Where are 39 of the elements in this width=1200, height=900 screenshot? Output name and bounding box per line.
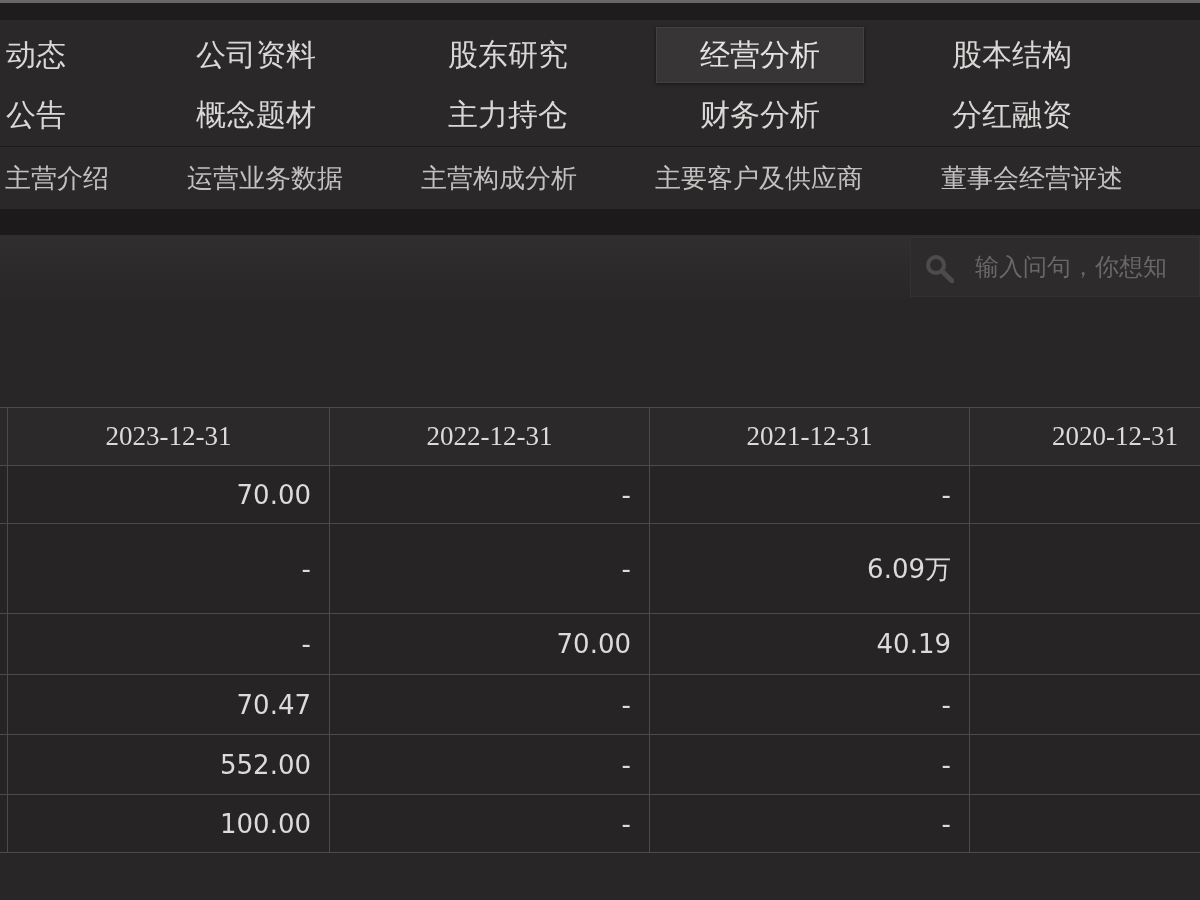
nav-tab[interactable]: 股东研究 bbox=[404, 27, 612, 83]
table-cell: - bbox=[301, 555, 311, 582]
table-cell: - bbox=[941, 691, 951, 718]
sub-tab[interactable]: 董事会经营评述 bbox=[941, 165, 1123, 191]
nav-tab[interactable]: 公司资料 bbox=[152, 27, 360, 83]
sub-tab[interactable]: 主营介绍 bbox=[5, 165, 109, 191]
nav-tab[interactable]: 概念题材 bbox=[152, 87, 360, 143]
nav-tab[interactable]: 分红融资 bbox=[908, 87, 1116, 143]
nav-tab[interactable]: 主力持仓 bbox=[404, 87, 612, 143]
table-cell: - bbox=[301, 631, 311, 657]
table-cell: - bbox=[941, 751, 951, 778]
table-cell: - bbox=[941, 481, 951, 508]
nav-tab[interactable]: 财务分析 bbox=[656, 87, 864, 143]
search-icon bbox=[924, 253, 954, 283]
table-cell: - bbox=[621, 751, 631, 778]
table-cell: - bbox=[621, 481, 631, 508]
column-header: 2020-12-31 bbox=[1052, 423, 1178, 450]
column-header: 2023-12-31 bbox=[105, 423, 232, 450]
table-cell: - bbox=[941, 810, 951, 837]
column-header: 2021-12-31 bbox=[746, 423, 873, 450]
column-header: 2022-12-31 bbox=[426, 423, 553, 450]
table-cell: 552.00 bbox=[220, 751, 311, 778]
sub-tab[interactable]: 运营业务数据 bbox=[187, 165, 343, 191]
sub-tab[interactable]: 主营构成分析 bbox=[421, 165, 577, 191]
sub-tab[interactable]: 主要客户及供应商 bbox=[655, 165, 863, 191]
nav-tab[interactable]: 股本结构 bbox=[908, 27, 1116, 83]
table-cell: 70.47 bbox=[236, 691, 311, 718]
search-field[interactable]: 输入问句，你想知 bbox=[910, 237, 1200, 297]
table-cell: - bbox=[621, 691, 631, 718]
nav-tab[interactable]: 公告 bbox=[0, 87, 125, 143]
nav-tab[interactable]: 经营分析 bbox=[656, 27, 864, 83]
table-cell: 100.00 bbox=[220, 810, 311, 837]
table-cell: - bbox=[621, 555, 631, 582]
table-cell: 6.09万 bbox=[867, 555, 951, 582]
table-cell: 70.00 bbox=[236, 481, 311, 508]
table-cell: - bbox=[621, 810, 631, 837]
nav-tab[interactable]: 动态 bbox=[0, 27, 125, 83]
table-cell: 40.19 bbox=[876, 631, 951, 657]
table-cell: 70.00 bbox=[556, 631, 631, 657]
